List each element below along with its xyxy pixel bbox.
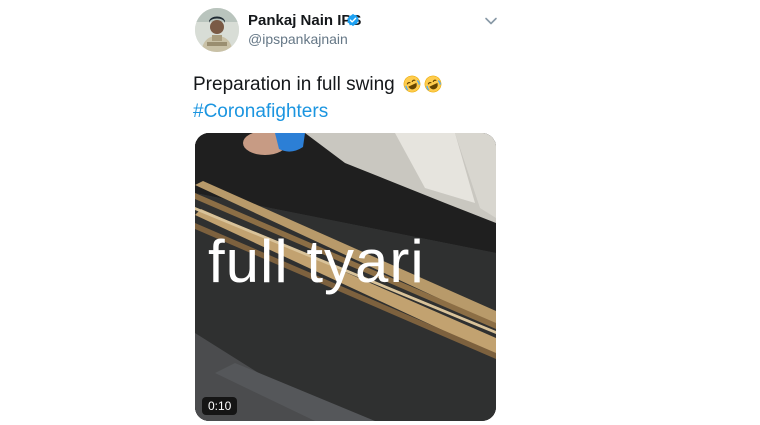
verified-badge-icon [347, 13, 359, 27]
avatar-photo [195, 8, 239, 52]
chevron-down-icon[interactable] [484, 14, 498, 28]
rofl-emoji-icon [403, 75, 421, 93]
tweet-text: Preparation in full swing [193, 72, 442, 97]
avatar[interactable] [195, 8, 239, 52]
video-duration-badge: 0:10 [202, 397, 238, 415]
author-handle[interactable]: @ipspankajnain [248, 31, 348, 47]
hashtag-link[interactable]: #Coronafighters [193, 99, 328, 124]
rofl-emoji-icon [424, 75, 442, 93]
tweet-text-body: Preparation in full swing [193, 74, 395, 95]
video-player[interactable]: full tyari 0:10 [195, 133, 496, 421]
author-name[interactable]: Pankaj Nain IPS [248, 12, 361, 29]
tweet-card: Pankaj Nain IPS @ipspankajnain Preparati… [0, 0, 760, 425]
video-overlay-caption: full tyari [208, 228, 425, 295]
